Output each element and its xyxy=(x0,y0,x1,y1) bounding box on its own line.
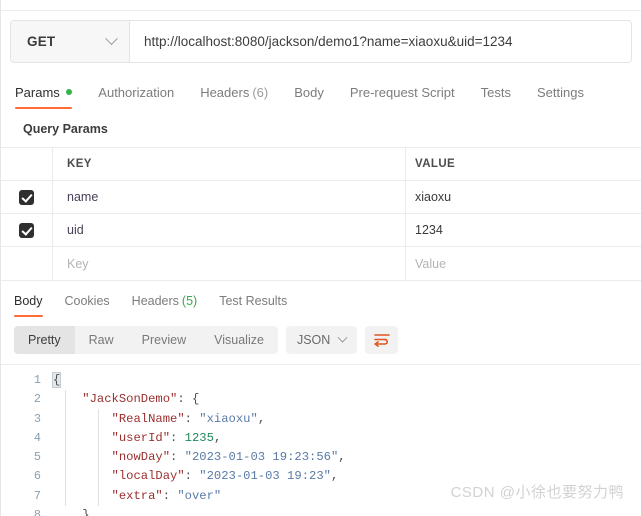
top-strip xyxy=(1,0,641,11)
wrap-text-icon xyxy=(373,334,390,347)
placeholder-key-input[interactable]: Key xyxy=(53,247,406,280)
response-tab-body-label: Body xyxy=(14,294,43,308)
table-row-placeholder[interactable]: Key Value xyxy=(1,247,641,280)
response-tab-cookies[interactable]: Cookies xyxy=(54,285,121,317)
chevron-down-icon xyxy=(105,32,118,46)
json-code[interactable]: 1{2 "JackSonDemo": {3 "RealName": "xiaox… xyxy=(1,365,641,516)
request-tabs: Params Authorization Headers (6) Body Pr… xyxy=(1,75,641,109)
response-tab-cookies-label: Cookies xyxy=(64,294,110,308)
json-line: 8 } xyxy=(1,506,641,516)
json-line: 4 "userId": 1235, xyxy=(1,429,641,448)
body-format-label: JSON xyxy=(296,333,331,347)
chevron-down-icon xyxy=(337,332,348,343)
response-tabs: Body Cookies Headers (5) Test Results xyxy=(1,285,641,317)
tab-tests-label: Tests xyxy=(480,84,511,100)
url-input[interactable]: http://localhost:8080/jackson/demo1?name… xyxy=(130,21,631,62)
json-line: 1{ xyxy=(1,371,641,390)
view-mode-pretty[interactable]: Pretty xyxy=(14,326,75,354)
header-check-cell xyxy=(1,148,53,180)
line-number: 1 xyxy=(33,373,41,387)
postman-request-response-panel: GET http://localhost:8080/jackson/demo1?… xyxy=(0,0,641,516)
json-line: 2 "JackSonDemo": { xyxy=(1,390,641,409)
json-line: 6 "localDay": "2023-01-03 19:23", xyxy=(1,467,641,486)
response-tab-headers-count: (5) xyxy=(181,294,198,308)
line-number: 8 xyxy=(33,508,41,516)
response-tab-body[interactable]: Body xyxy=(10,285,54,317)
placeholder-value-input[interactable]: Value xyxy=(406,247,641,280)
tab-body-label: Body xyxy=(294,84,324,100)
response-format-toolbar: Pretty Raw Preview Visualize JSON xyxy=(1,317,641,364)
json-line: 5 "nowDay": "2023-01-03 19:23:56", xyxy=(1,448,641,467)
tab-headers[interactable]: Headers (6) xyxy=(187,75,281,109)
line-number: 3 xyxy=(33,411,41,426)
json-line-text: } xyxy=(53,508,90,516)
tab-body[interactable]: Body xyxy=(281,75,337,109)
view-mode-segmented-control: Pretty Raw Preview Visualize xyxy=(14,326,278,354)
tab-headers-count: (6) xyxy=(252,84,269,100)
body-format-select[interactable]: JSON xyxy=(285,326,358,354)
tab-settings-label: Settings xyxy=(536,84,584,100)
tab-settings[interactable]: Settings xyxy=(524,75,597,109)
tab-params[interactable]: Params xyxy=(10,75,85,109)
json-line-text: "RealName": "xiaoxu", xyxy=(111,411,266,426)
table-row[interactable]: uid 1234 xyxy=(1,214,641,247)
unsaved-dot-icon xyxy=(65,88,73,96)
line-number: 7 xyxy=(33,488,41,503)
view-mode-raw[interactable]: Raw xyxy=(75,326,128,354)
http-method-label: GET xyxy=(27,34,56,49)
wrap-text-button[interactable] xyxy=(365,326,399,354)
tab-tests[interactable]: Tests xyxy=(468,75,524,109)
line-number: 2 xyxy=(33,392,41,407)
line-number: 5 xyxy=(33,450,41,465)
header-key: KEY xyxy=(53,148,406,180)
row-key[interactable]: name xyxy=(53,181,406,213)
response-tab-test-results[interactable]: Test Results xyxy=(208,285,298,317)
json-line-text: "extra": "over" xyxy=(111,488,222,503)
row-checkbox[interactable] xyxy=(19,222,34,238)
view-mode-visualize[interactable]: Visualize xyxy=(200,326,278,354)
row-value[interactable]: xiaoxu xyxy=(406,181,641,213)
line-number: 4 xyxy=(33,430,41,445)
header-value: VALUE xyxy=(415,158,456,170)
view-mode-preview[interactable]: Preview xyxy=(128,326,200,354)
line-number: 6 xyxy=(33,469,41,484)
response-body-viewer[interactable]: 1{2 "JackSonDemo": {3 "RealName": "xiaox… xyxy=(1,364,641,516)
table-row[interactable]: name xiaoxu xyxy=(1,181,641,214)
tab-pre-request-script[interactable]: Pre-request Script xyxy=(337,75,468,109)
row-checkbox-cell[interactable] xyxy=(1,181,53,213)
row-checkbox[interactable] xyxy=(19,189,34,205)
json-line: 3 "RealName": "xiaoxu", xyxy=(1,410,641,429)
query-params-title: Query Params xyxy=(23,122,108,136)
tab-params-label: Params xyxy=(15,84,60,100)
json-line-text: "userId": 1235, xyxy=(111,430,222,445)
row-checkbox-cell[interactable] xyxy=(1,214,53,246)
placeholder-checkbox-cell xyxy=(1,247,53,280)
json-line: 7 "extra": "over" xyxy=(1,487,641,506)
http-method-select[interactable]: GET xyxy=(11,21,130,62)
url-bar: GET http://localhost:8080/jackson/demo1?… xyxy=(10,20,632,63)
response-tab-test-results-label: Test Results xyxy=(219,294,288,308)
query-params-table: KEY VALUE name xiaoxu uid 1234 Key Value xyxy=(1,147,641,281)
response-tab-headers-label: Headers xyxy=(131,294,179,308)
json-line-text: "JackSonDemo": { xyxy=(82,392,200,407)
row-key[interactable]: uid xyxy=(53,214,406,246)
tab-headers-label: Headers xyxy=(200,84,250,100)
json-line-text: { xyxy=(51,372,62,388)
response-tab-headers[interactable]: Headers (5) xyxy=(121,285,209,317)
tab-pre-request-script-label: Pre-request Script xyxy=(349,84,455,100)
json-line-text: "localDay": "2023-01-03 19:23", xyxy=(111,469,339,484)
table-header-row: KEY VALUE xyxy=(1,148,641,181)
tab-authorization-label: Authorization xyxy=(98,84,175,100)
tab-authorization[interactable]: Authorization xyxy=(85,75,187,109)
row-value[interactable]: 1234 xyxy=(406,214,641,246)
json-line-text: "nowDay": "2023-01-03 19:23:56", xyxy=(111,450,346,465)
